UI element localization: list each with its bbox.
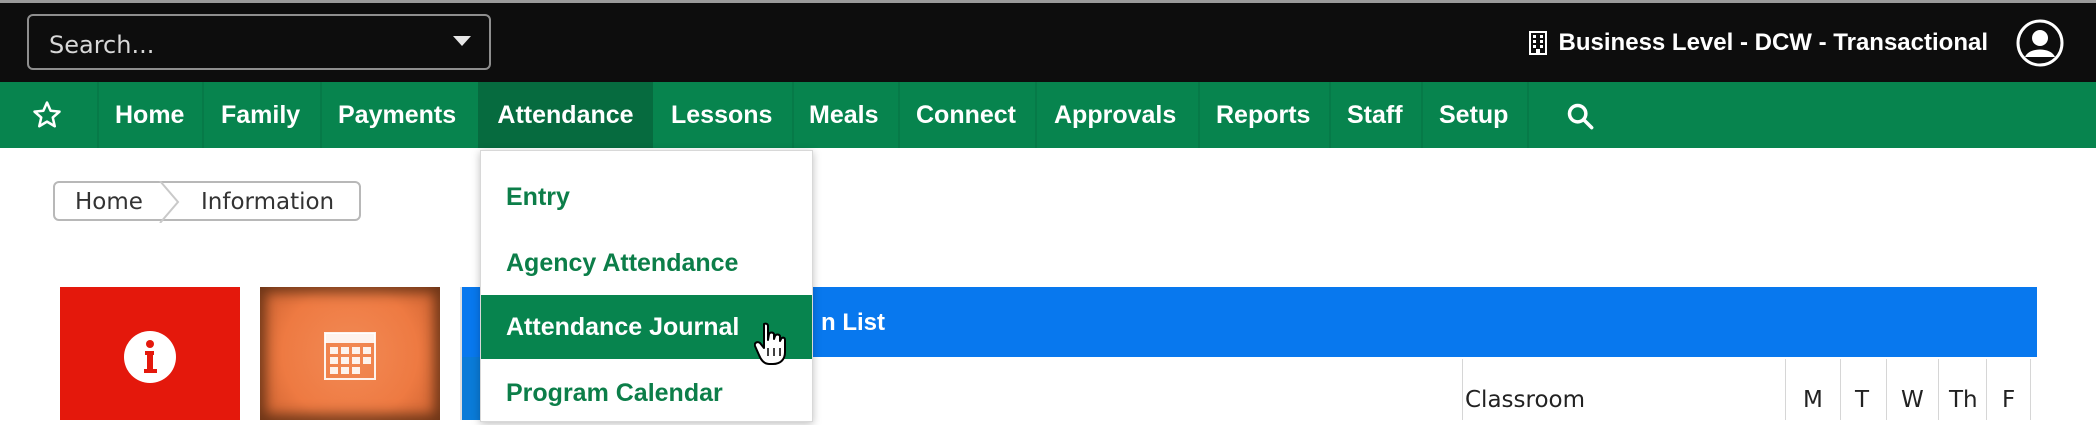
column-header-day: Th xyxy=(1949,387,1978,413)
nav-divider xyxy=(1198,82,1200,148)
column-header-classroom[interactable]: Classroom xyxy=(1465,387,1585,413)
hand-cursor-icon xyxy=(754,322,786,365)
column-header-day: T xyxy=(1855,387,1870,413)
column-divider xyxy=(1785,359,1786,420)
breadcrumb-separator xyxy=(159,181,180,223)
building-icon xyxy=(1528,31,1547,55)
business-selector[interactable]: Business Level - DCW - Transactional xyxy=(1528,29,1988,57)
business-label: Business Level - DCW - Transactional xyxy=(1558,29,1988,56)
menu-item-agency-attendance[interactable]: Agency Attendance xyxy=(481,231,812,295)
nav-divider xyxy=(1035,82,1037,148)
nav-item-family[interactable]: Family xyxy=(221,82,300,148)
nav-item-lessons[interactable]: Lessons xyxy=(671,82,772,148)
top-bar: Search... Business Level - DCW - Transac… xyxy=(0,0,2096,82)
search-icon[interactable] xyxy=(1566,102,1594,130)
nav-divider xyxy=(202,82,204,148)
column-divider xyxy=(1462,359,1463,420)
column-header-day: F xyxy=(2002,387,2016,413)
nav-divider xyxy=(97,82,99,148)
breadcrumb-current: Information xyxy=(201,189,335,215)
nav-item-meals[interactable]: Meals xyxy=(809,82,878,148)
nav-item-attendance[interactable]: Attendance xyxy=(478,82,653,148)
column-divider xyxy=(1886,359,1887,420)
user-avatar-icon[interactable] xyxy=(2016,19,2064,67)
nav-divider xyxy=(1527,82,1529,148)
nav-divider xyxy=(1329,82,1331,148)
calendar-tile[interactable] xyxy=(260,287,440,420)
nav-item-payments[interactable]: Payments xyxy=(338,82,456,148)
calendar-icon xyxy=(324,332,376,380)
column-header-day: W xyxy=(1901,387,1924,413)
info-icon xyxy=(124,331,176,383)
menu-item-entry[interactable]: Entry xyxy=(481,165,812,229)
column-header-day: M xyxy=(1803,387,1823,413)
nav-item-home[interactable]: Home xyxy=(115,82,184,148)
menu-item-program-calendar[interactable]: Program Calendar xyxy=(481,361,812,425)
breadcrumb: Home Information xyxy=(53,181,361,223)
search-dropdown[interactable]: Search... xyxy=(27,14,491,70)
column-divider xyxy=(1938,359,1939,420)
attendance-dropdown-menu: Entry Agency Attendance Attendance Journ… xyxy=(480,150,813,422)
nav-item-connect[interactable]: Connect xyxy=(916,82,1016,148)
nav-item-approvals[interactable]: Approvals xyxy=(1054,82,1176,148)
chevron-down-icon[interactable] xyxy=(453,36,471,46)
nav-divider xyxy=(792,82,794,148)
column-divider xyxy=(2030,359,2031,420)
nav-item-staff[interactable]: Staff xyxy=(1347,82,1403,148)
nav-divider xyxy=(320,82,322,148)
star-icon[interactable] xyxy=(32,100,62,130)
nav-item-setup[interactable]: Setup xyxy=(1439,82,1508,148)
nav-divider xyxy=(898,82,900,148)
nav-divider xyxy=(1421,82,1423,148)
panel-title: n List xyxy=(821,309,885,336)
breadcrumb-home[interactable]: Home xyxy=(75,189,143,215)
column-divider xyxy=(1986,359,1987,420)
column-divider xyxy=(1840,359,1841,420)
info-tile[interactable] xyxy=(60,287,240,420)
search-placeholder: Search... xyxy=(49,31,155,59)
nav-item-reports[interactable]: Reports xyxy=(1216,82,1310,148)
main-nav: Home Family Payments Attendance Lessons … xyxy=(0,82,2096,148)
